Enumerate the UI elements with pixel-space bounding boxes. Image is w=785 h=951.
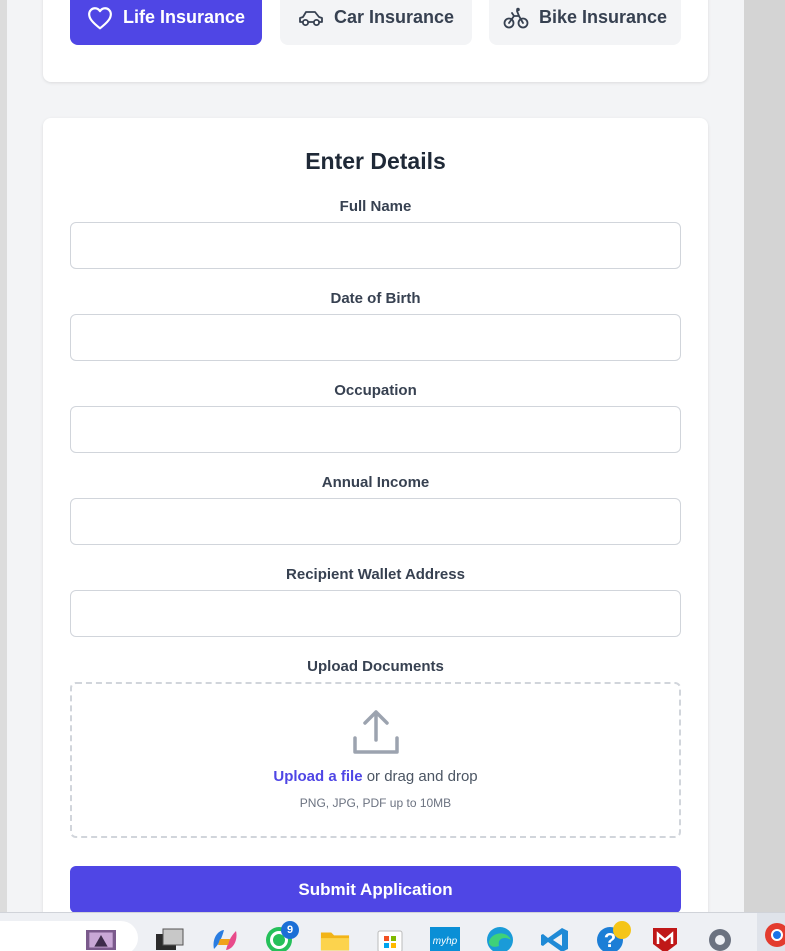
notification-dot (613, 921, 631, 939)
svg-text:myhp: myhp (433, 936, 458, 947)
whatsapp-badge: 9 (281, 921, 299, 939)
occupation-label: Occupation (334, 382, 417, 399)
wallet-address-input[interactable] (70, 590, 681, 637)
myhp-icon[interactable]: myhp (430, 926, 460, 951)
upload-dropzone[interactable]: Upload a file or drag and drop PNG, JPG,… (70, 682, 681, 838)
chrome-icon[interactable] (757, 913, 785, 951)
full-name-input[interactable] (70, 222, 681, 269)
task-view-icon[interactable] (155, 927, 185, 951)
page: Life Insurance Car Insurance Bike Insura… (0, 0, 744, 912)
scrollbar-area[interactable] (744, 0, 785, 912)
details-form-card: Enter Details Full Name Date of Birth Oc… (43, 118, 708, 912)
tab-bike-insurance-label: Bike Insurance (538, 7, 668, 27)
car-icon (299, 10, 323, 26)
occupation-input[interactable] (70, 406, 681, 453)
upload-file-link[interactable]: Upload a file (273, 768, 362, 785)
upload-file-types-hint: PNG, JPG, PDF up to 10MB (299, 796, 452, 810)
file-explorer-icon[interactable] (320, 927, 350, 951)
upload-icon (353, 710, 399, 754)
wallet-address-label: Recipient Wallet Address (286, 566, 465, 583)
tab-life-insurance-label: Life Insurance (122, 7, 246, 27)
taskbar: myhp ? (0, 912, 785, 951)
upload-documents-label: Upload Documents (307, 658, 444, 675)
tab-bike-insurance[interactable]: Bike Insurance (489, 0, 681, 45)
tab-car-insurance[interactable]: Car Insurance (280, 0, 472, 45)
submit-application-button[interactable]: Submit Application (70, 866, 681, 912)
vscode-icon[interactable] (540, 927, 570, 951)
bike-icon (503, 7, 529, 28)
full-name-label: Full Name (339, 198, 412, 215)
window-edge (0, 0, 7, 912)
drag-drop-text: or drag and drop (362, 768, 478, 785)
edge-icon[interactable] (485, 926, 515, 951)
form-title: Enter Details (305, 148, 446, 174)
date-of-birth-label: Date of Birth (330, 290, 421, 307)
taskbar-search[interactable] (0, 921, 138, 951)
microsoft-store-icon[interactable] (375, 927, 405, 951)
heart-icon (88, 6, 112, 29)
insurance-type-card: Life Insurance Car Insurance Bike Insura… (43, 0, 708, 82)
settings-icon[interactable] (705, 927, 735, 951)
annual-income-label: Annual Income (321, 474, 430, 491)
upload-prompt: Upload a file or drag and drop (72, 768, 679, 785)
photo-app-icon[interactable] (86, 927, 116, 951)
tab-life-insurance[interactable]: Life Insurance (70, 0, 262, 45)
tab-car-insurance-label: Car Insurance (333, 7, 455, 27)
date-of-birth-input[interactable] (70, 314, 681, 361)
annual-income-input[interactable] (70, 498, 681, 545)
mcafee-icon[interactable] (650, 927, 680, 951)
copilot-icon[interactable] (210, 927, 240, 951)
